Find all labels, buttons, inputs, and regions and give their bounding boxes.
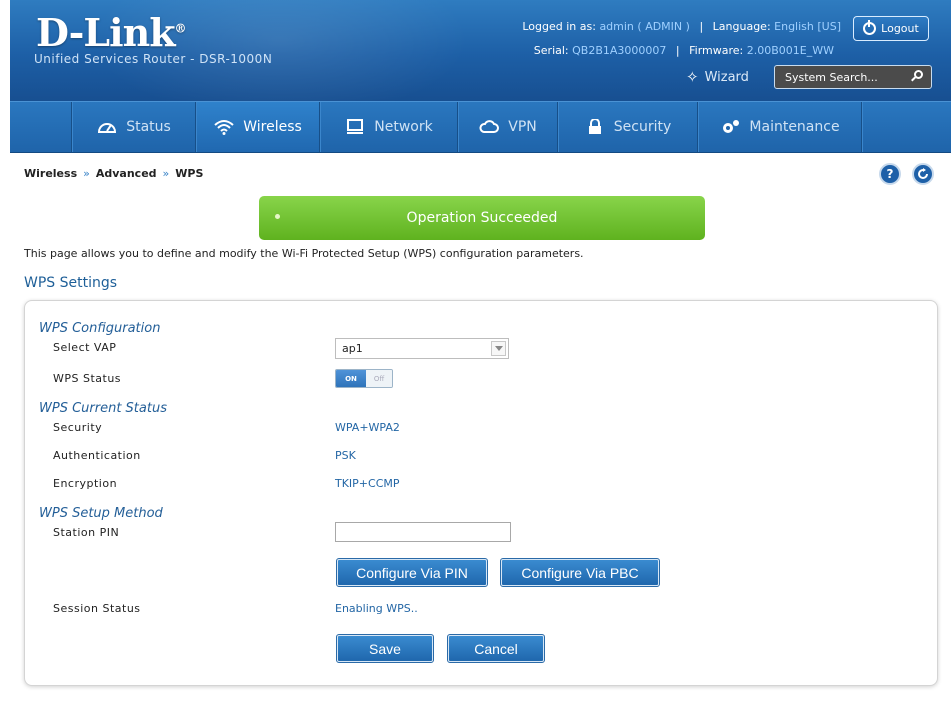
- help-button[interactable]: ?: [879, 163, 901, 185]
- magic-wand-icon: ✧: [686, 68, 699, 86]
- authentication-label: Authentication: [53, 449, 141, 462]
- nav-status[interactable]: Status: [72, 102, 196, 152]
- power-icon: [863, 20, 877, 35]
- lock-icon: [588, 119, 601, 134]
- help-icon: ?: [886, 167, 894, 181]
- system-search-input[interactable]: System Search...: [774, 65, 932, 89]
- bullet-icon: [275, 214, 280, 219]
- chevron-down-icon: [491, 341, 506, 356]
- nav-maintenance[interactable]: Maintenance: [698, 102, 862, 152]
- cloud-icon: [479, 120, 500, 133]
- encryption-value: TKIP+CCMP: [335, 477, 400, 490]
- wps-configuration-title: WPS Configuration: [39, 321, 161, 336]
- session-status-label: Session Status: [53, 602, 141, 615]
- configure-via-pbc-button[interactable]: Configure Via PBC: [500, 558, 660, 587]
- refresh-icon: [918, 168, 928, 179]
- wizard-link[interactable]: ✧ Wizard: [686, 68, 749, 86]
- cancel-button[interactable]: Cancel: [447, 634, 545, 663]
- breadcrumb: Wireless » Advanced » WPS: [24, 167, 204, 180]
- wps-status-toggle[interactable]: ON Off: [335, 369, 393, 388]
- authentication-value: PSK: [335, 449, 356, 462]
- nav-vpn[interactable]: VPN: [458, 102, 558, 152]
- page-description: This page allows you to define and modif…: [24, 247, 584, 260]
- breadcrumb-wps: WPS: [175, 167, 204, 180]
- header-bar: D-Link® Unified Services Router - DSR-10…: [10, 0, 951, 101]
- login-info: Logged in as: admin ( ADMIN ) | Language…: [522, 20, 841, 33]
- breadcrumb-wireless[interactable]: Wireless: [24, 167, 77, 180]
- main-nav: Status Wireless Network VPN Security Mai…: [10, 101, 951, 153]
- gears-icon: [723, 120, 740, 133]
- logged-in-user: admin ( ADMIN ): [599, 20, 690, 33]
- dlink-logo: D-Link®: [36, 10, 187, 55]
- security-label: Security: [53, 421, 103, 434]
- nav-wireless[interactable]: Wireless: [196, 102, 320, 152]
- nav-network[interactable]: Network: [320, 102, 458, 152]
- security-value: WPA+WPA2: [335, 421, 400, 434]
- success-banner: Operation Succeeded: [259, 196, 705, 240]
- nav-security[interactable]: Security: [558, 102, 698, 152]
- monitor-icon: [347, 119, 364, 134]
- save-button[interactable]: Save: [336, 634, 434, 663]
- gauge-icon: [98, 123, 117, 133]
- session-status-value: Enabling WPS..: [335, 602, 418, 615]
- encryption-label: Encryption: [53, 477, 118, 490]
- configure-via-pin-button[interactable]: Configure Via PIN: [336, 558, 488, 587]
- device-info: Serial: QB2B1A3000007 | Firmware: 2.00B0…: [533, 44, 834, 57]
- product-subtitle: Unified Services Router - DSR-1000N: [34, 52, 273, 66]
- select-vap-dropdown[interactable]: ap1: [335, 338, 509, 359]
- select-vap-label: Select VAP: [53, 341, 117, 354]
- breadcrumb-advanced[interactable]: Advanced: [96, 167, 157, 180]
- wps-setup-method-title: WPS Setup Method: [39, 506, 163, 521]
- logout-button[interactable]: Logout: [853, 16, 929, 41]
- section-title: WPS Settings: [24, 275, 118, 291]
- station-pin-label: Station PIN: [53, 526, 120, 539]
- station-pin-input[interactable]: [335, 522, 511, 542]
- language-link[interactable]: English [US]: [774, 20, 841, 33]
- wps-current-status-title: WPS Current Status: [39, 401, 167, 416]
- refresh-button[interactable]: [912, 163, 934, 185]
- wifi-icon: [214, 120, 234, 135]
- success-message: Operation Succeeded: [406, 210, 558, 226]
- search-icon: [914, 70, 923, 79]
- wps-settings-panel: WPS Configuration Select VAP ap1 WPS Sta…: [24, 300, 938, 686]
- wps-status-label: WPS Status: [53, 372, 122, 385]
